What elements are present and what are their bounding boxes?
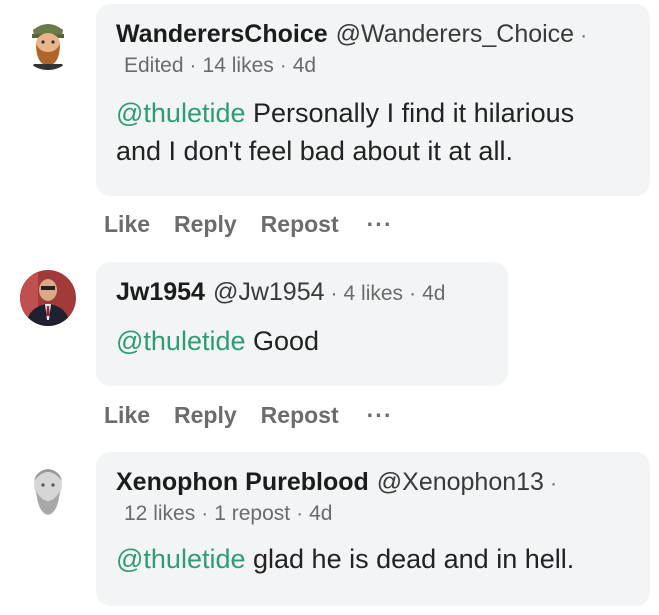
like-button[interactable]: Like (104, 211, 150, 237)
author-handle[interactable]: @Xenophon13 (377, 468, 544, 496)
repost-count[interactable]: 1 repost (214, 502, 290, 525)
author-name[interactable]: Jw1954 (116, 278, 205, 306)
comment-actions: Like Reply Repost ··· (104, 402, 417, 429)
marble-bust-photo (20, 461, 76, 517)
comment-bubble: Jw1954 @Jw1954 · 4 likes · 4d @thuletide Good (96, 262, 508, 386)
edited-label: Edited (124, 54, 184, 77)
more-options-icon[interactable]: ··· (367, 402, 393, 428)
man-in-suit-photo (20, 270, 76, 326)
timestamp: 4d (309, 502, 333, 525)
author-handle[interactable]: @Wanderers_Choice (336, 20, 574, 48)
more-options-icon[interactable]: ··· (367, 211, 393, 237)
like-button[interactable]: Like (104, 402, 150, 428)
separator-dot: · (549, 472, 557, 495)
mention-link[interactable]: @thuletide (116, 326, 246, 356)
mention-link[interactable]: @thuletide (116, 544, 246, 574)
bearded-man-icon (20, 14, 76, 70)
likes-count[interactable]: 12 likes (124, 502, 195, 525)
comment-bubble: Xenophon Pureblood @Xenophon13 · 12 likes ·… (96, 452, 650, 606)
comment-actions: Like Reply Repost ··· (104, 211, 417, 238)
separator-dot: · (580, 24, 588, 47)
avatar[interactable] (20, 461, 76, 517)
comment-text: @thuletide glad he is dead and in hell. (116, 544, 575, 574)
mention-link[interactable]: @thuletide (116, 98, 246, 128)
comment-meta: 12 likes · 1 repost · 4d (124, 502, 333, 525)
likes-count[interactable]: 14 likes (203, 54, 274, 77)
reply-button[interactable]: Reply (174, 402, 237, 428)
comment-bubble: WanderersChoice @Wanderers_Choice · Edited… (96, 4, 650, 196)
author-name[interactable]: Xenophon Pureblood (116, 468, 369, 496)
comment-meta: Edited · 14 likes · 4d (124, 54, 317, 77)
repost-button[interactable]: Repost (261, 402, 339, 428)
timestamp: 4d (422, 282, 446, 305)
avatar[interactable] (20, 14, 76, 70)
author-handle[interactable]: @Jw1954 (213, 278, 325, 306)
avatar[interactable] (20, 270, 76, 326)
author-name[interactable]: WanderersChoice (116, 20, 328, 48)
repost-button[interactable]: Repost (261, 211, 339, 237)
separator-dot: · (330, 282, 338, 305)
comment-text: @thuletide Good (116, 326, 320, 356)
comment-text: @thuletide Personally I find it hilariou… (116, 98, 575, 166)
timestamp: 4d (292, 54, 317, 77)
likes-count[interactable]: 4 likes (344, 282, 404, 305)
reply-button[interactable]: Reply (174, 211, 237, 237)
